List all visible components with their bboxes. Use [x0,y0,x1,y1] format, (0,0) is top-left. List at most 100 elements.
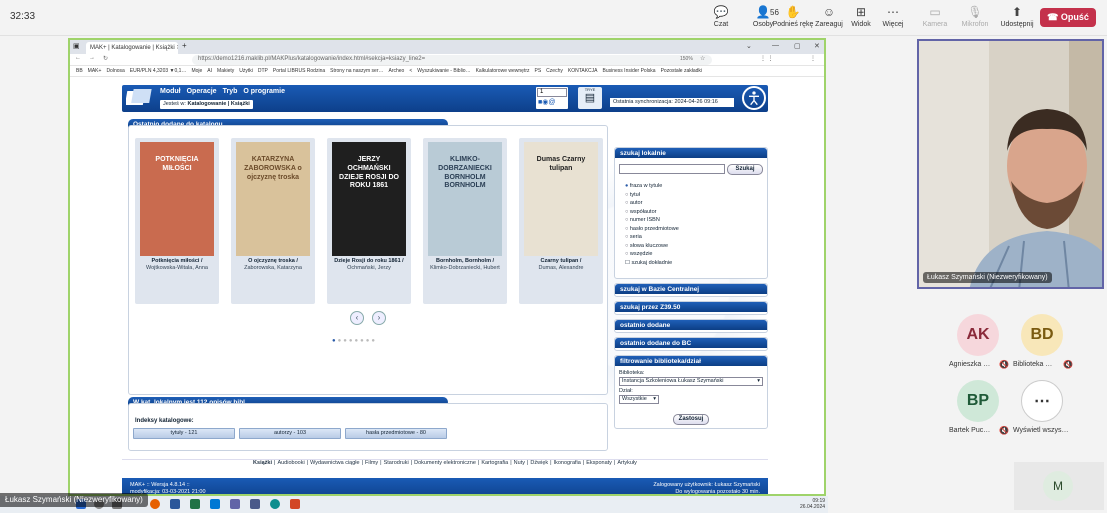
book-card[interactable]: KATARZYNA ZABOROWSKA o ojczyznę troska O … [231,138,315,304]
at-icon[interactable]: @ [548,99,555,106]
sidebar-icon[interactable]: ▣ [73,42,80,50]
collapsed-panel[interactable]: ostatnio dodane do BC [614,337,768,351]
search-mode-radio[interactable]: autor [625,199,679,208]
zoom-level[interactable]: 150% [680,56,693,62]
excel-icon[interactable] [190,499,200,509]
back-icon[interactable]: ← [75,55,81,61]
menu-icon[interactable]: ⋮ [810,55,816,62]
menu-item-2[interactable]: Tryb [223,88,238,95]
bookmark-item[interactable]: < [409,68,412,74]
index-button[interactable]: tytuły - 121 [133,428,235,439]
participant-tile-m[interactable]: M [1014,462,1104,510]
bookmark-item[interactable]: Makiety [217,68,234,74]
resource-link[interactable]: Eksponaty [586,460,612,466]
login-input[interactable]: 1 [537,88,567,97]
search-button[interactable]: Szukaj [727,164,763,175]
accessibility-icon[interactable] [742,86,766,110]
book-cover[interactable]: JERZY OCHMAŃSKI DZIEJE ROSJI DO ROKU 186… [332,142,406,256]
bookmark-item[interactable]: BB [76,68,83,74]
new-tab-icon[interactable]: + [182,41,187,50]
search-mode-radio[interactable]: słowa kluczowe [625,242,679,251]
collapsed-panel-title[interactable]: ostatnio dodane do BC [615,338,767,348]
bookmark-item[interactable]: MAK+ [88,68,102,74]
book-cover[interactable]: POTKNIĘCIA MIŁOŚCI [140,142,214,256]
carousel-dots[interactable]: ●●●●●●●● [332,338,377,344]
apply-button[interactable]: Zastosuj [673,414,709,425]
exact-search-checkbox[interactable]: szukaj dokładnie [625,260,672,266]
resource-link[interactable]: Dźwięk [530,460,548,466]
restore-icon[interactable]: ▢ [794,42,801,50]
participant-avatar[interactable]: AK [957,314,999,356]
resource-link[interactable]: Starodruki [384,460,409,466]
bookmark-item[interactable]: Wyszukiwanie - Biblio… [417,68,470,74]
search-mode-radio[interactable]: wszędzie [625,250,679,259]
resource-link[interactable]: Wydawnictwa ciągłe [310,460,359,466]
bookmark-item[interactable]: DTP [258,68,268,74]
participant-avatar[interactable]: BD [1021,314,1063,356]
minimize-icon[interactable]: — [772,42,779,49]
local-search-title[interactable]: szukaj lokalnie [615,148,767,158]
outlook-icon[interactable] [210,499,220,509]
menu-item-1[interactable]: Operacje [187,88,217,95]
extensions-icon[interactable]: ⋮ ⋮ [760,55,774,62]
bookmark-item[interactable]: Pozostałe zakładki [661,68,702,74]
taskbar-clock[interactable]: 09:19 26.04.2024 [800,498,825,510]
menu-item-0[interactable]: Moduł [160,88,181,95]
leave-button[interactable]: ☎ Opuść [1040,8,1096,27]
bookmark-item[interactable]: Strony na naszym ser… [330,68,383,74]
book-card[interactable]: JERZY OCHMAŃSKI DZIEJE ROSJI DO ROKU 186… [327,138,411,304]
library-select[interactable]: Instancja Szkoleniowa Łukasz Szymański ▾ [619,377,763,386]
teams-button-chat[interactable]: 💬 Czat [698,4,744,34]
resource-link[interactable]: Ikonografia [554,460,581,466]
search-mode-radio[interactable]: numer ISBN [625,216,679,225]
login-widget[interactable]: 1 ■◉@ [536,87,568,109]
close-window-icon[interactable]: ✕ [814,42,820,50]
resource-link[interactable]: Książki [253,460,272,466]
book-cover[interactable]: KATARZYNA ZABOROWSKA o ojczyznę troska [236,142,310,256]
close-tab-icon[interactable]: ✕ [176,45,178,51]
bookmark-item[interactable]: KONTAKCJA [568,68,598,74]
reload-icon[interactable]: ↻ [103,55,108,62]
trye-button[interactable]: TRYE ▤ [578,87,602,109]
book-cover[interactable]: Dumas Czarny tulipan [524,142,598,256]
book-card[interactable]: Dumas Czarny tulipan Czarny tulipan / Duma… [519,138,603,304]
teams-button-share[interactable]: ⬆ Udostępnij [994,4,1040,34]
book-cover[interactable]: KLIMKO-DOBRZANIECKI BORNHOLM BORNHOLM [428,142,502,256]
bookmark-item[interactable]: Moje [191,68,202,74]
index-button[interactable]: autorzy - 103 [239,428,341,439]
search-input[interactable] [619,164,725,174]
collapsed-panel[interactable]: ostatnio dodane [614,319,768,333]
search-mode-radio[interactable]: seria [625,233,679,242]
teams-icon[interactable] [230,499,240,509]
bookmark-item[interactable]: PS [535,68,542,74]
bookmark-item[interactable]: Portal LIBRUS Rodzina [273,68,325,74]
participant-avatar[interactable]: BP [957,380,999,422]
resource-link[interactable]: Kartografia [481,460,508,466]
collapsed-panel-title[interactable]: szukaj przez Z39.50 [615,302,767,312]
collapsed-panel[interactable]: szukaj w Bazie Centralnej [614,283,768,297]
word-icon[interactable] [170,499,180,509]
firefox-icon[interactable] [150,499,160,509]
collapsed-panel[interactable]: szukaj przez Z39.50 [614,301,768,315]
carousel-prev-button[interactable]: ‹ [350,311,364,325]
filter-title[interactable]: filtrowanie biblioteka/dział [615,356,767,366]
bookmark-item[interactable]: AI [207,68,212,74]
resource-link[interactable]: Audiobooki [277,460,304,466]
powerpoint-icon[interactable] [290,499,300,509]
book-card[interactable]: POTKNIĘCIA MIŁOŚCI Potknięcia miłości / Wo… [135,138,219,304]
teams-button-more[interactable]: ⋯ Więcej [870,4,916,34]
browser-tab[interactable]: MAK+ | Katalogowanie | Książki ✕ [86,42,178,54]
collapsed-panel-title[interactable]: szukaj w Bazie Centralnej [615,284,767,294]
carousel-next-button[interactable]: › [372,311,386,325]
app-icon[interactable] [250,499,260,509]
resource-link[interactable]: Nuty [514,460,525,466]
bookmark-item[interactable]: EUR/PLN 4,3203 ▼0,1… [130,68,187,74]
bookmark-item[interactable]: Kalkulatorowe wewnętrz [476,68,530,74]
url-input[interactable]: https://demo1216.maklib.pl/MAKPlus/katal… [192,55,712,65]
dept-select[interactable]: Wszystkie ▾ [619,395,659,404]
resource-link[interactable]: Artykuły [617,460,637,466]
participant-avatar[interactable]: ⋯ [1021,380,1063,422]
resource-link[interactable]: Dokumenty elektroniczne [414,460,476,466]
search-mode-radio[interactable]: współautor [625,208,679,217]
bookmark-item[interactable]: Użytki [239,68,253,74]
